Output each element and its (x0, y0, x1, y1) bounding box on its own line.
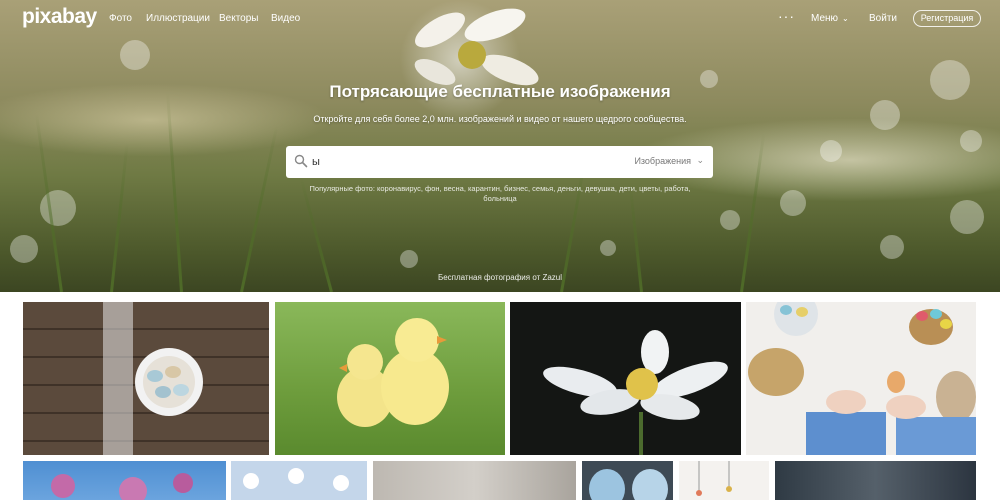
blue-eggs-icon (589, 469, 668, 500)
photo-credit[interactable]: Бесплатная фотография от Zazul (0, 273, 1000, 282)
menu-button[interactable]: Меню ⌄ (811, 13, 849, 24)
nav-vectors[interactable]: Векторы (219, 13, 259, 24)
bokeh-decor (10, 235, 38, 263)
search-bar: Изображения ⌄ (286, 146, 713, 178)
search-input[interactable] (312, 152, 612, 172)
chicks-icon (337, 318, 449, 427)
gallery-image[interactable] (582, 461, 673, 500)
bokeh-decor (950, 200, 984, 234)
gallery-image[interactable] (746, 302, 976, 455)
chevron-down-icon[interactable]: ⌄ (696, 155, 704, 166)
menu-label: Меню (811, 13, 839, 24)
nav-illustrations[interactable]: Иллюстрации (146, 13, 210, 24)
hero-title: Потрясающие бесплатные изображения (329, 82, 671, 101)
login-link[interactable]: Войти (869, 13, 897, 24)
bokeh-decor (40, 190, 76, 226)
gallery-image[interactable] (679, 461, 769, 500)
gallery-image[interactable] (23, 302, 269, 455)
popular-searches[interactable]: Популярные фото: коронавирус, фон, весна… (300, 184, 700, 204)
white-flower-icon (543, 330, 728, 455)
bokeh-decor (400, 250, 418, 268)
gallery-image[interactable] (231, 461, 367, 500)
bokeh-decor (780, 190, 806, 216)
grass-decor (740, 133, 766, 292)
bokeh-decor (960, 130, 982, 152)
top-navigation: pixabay Фото Иллюстрации Векторы Видео ·… (0, 0, 1000, 36)
nav-photos[interactable]: Фото (109, 13, 132, 24)
bokeh-decor (120, 40, 150, 70)
bokeh-decor (880, 235, 904, 259)
eggs-bowl-icon (103, 302, 203, 455)
gallery-image[interactable] (373, 461, 576, 500)
easter-table-icon (748, 302, 976, 455)
bokeh-decor (600, 240, 616, 256)
gallery-image[interactable] (510, 302, 741, 455)
gallery-image[interactable] (23, 461, 226, 500)
grass-decor (240, 125, 279, 292)
pixabay-logo[interactable]: pixabay (22, 5, 97, 29)
pink-flowers-icon (51, 473, 193, 500)
bokeh-decor (820, 140, 842, 162)
media-type-select[interactable]: Изображения (634, 156, 691, 166)
bunny-pattern-icon (243, 468, 349, 491)
more-options-icon[interactable]: ··· (778, 8, 795, 24)
bokeh-decor (720, 210, 740, 230)
grass-decor (110, 142, 129, 292)
search-icon[interactable] (294, 154, 308, 168)
register-button[interactable]: Регистрация (913, 10, 981, 27)
chevron-down-icon: ⌄ (842, 14, 849, 23)
hanging-decor-icon (696, 461, 732, 496)
gallery-image[interactable] (775, 461, 976, 500)
gallery-image[interactable] (275, 302, 505, 455)
nav-videos[interactable]: Видео (271, 13, 300, 24)
hero-subtitle: Откройте для себя более 2,0 млн. изображ… (313, 114, 687, 124)
